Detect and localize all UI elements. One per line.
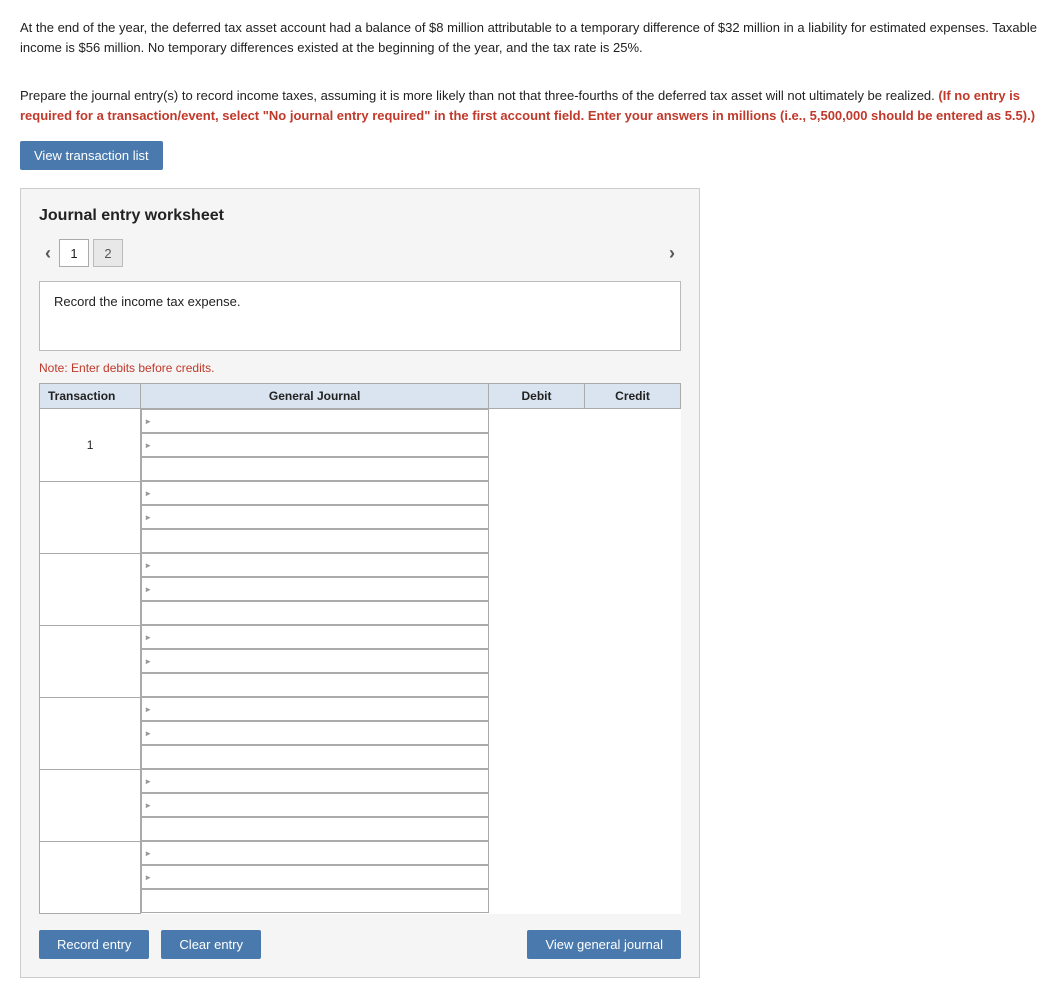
transaction-number [40, 697, 141, 769]
general-journal-input-4[interactable] [152, 626, 487, 648]
debit-cell-2[interactable]: ► [141, 505, 488, 529]
debit-cell-5[interactable]: ► [141, 721, 488, 745]
tab-1[interactable]: 1 [59, 239, 89, 267]
general-journal-input-6[interactable] [152, 770, 487, 792]
col-header-credit: Credit [585, 384, 681, 409]
credit-cell-2[interactable] [141, 529, 488, 553]
transaction-number [40, 481, 141, 553]
record-entry-button[interactable]: Record entry [39, 930, 149, 959]
debit-input-5[interactable] [152, 722, 487, 744]
view-transaction-list-button[interactable]: View transaction list [20, 141, 163, 170]
transaction-number [40, 553, 141, 625]
transaction-number: 1 [40, 409, 141, 482]
clear-entry-button[interactable]: Clear entry [161, 930, 261, 959]
debit-input-2[interactable] [152, 506, 487, 528]
general-journal-input-3[interactable] [152, 554, 487, 576]
credit-cell-7[interactable] [141, 889, 488, 913]
credit-input-4[interactable] [142, 674, 487, 696]
table-row: ► ► [40, 553, 681, 625]
general-journal-cell[interactable]: ► [141, 409, 488, 433]
general-journal-cell[interactable]: ► [141, 697, 488, 721]
table-row: 1 ► ► [40, 409, 681, 482]
credit-cell-3[interactable] [141, 601, 488, 625]
view-general-journal-button[interactable]: View general journal [527, 930, 681, 959]
table-row: ► ► [40, 841, 681, 913]
general-journal-input-1[interactable] [152, 410, 487, 432]
general-journal-cell[interactable]: ► [141, 841, 488, 865]
note-text: Note: Enter debits before credits. [39, 361, 681, 375]
general-journal-cell[interactable]: ► [141, 553, 488, 577]
table-row: ► ► [40, 481, 681, 553]
prev-tab-button[interactable]: ‹ [39, 241, 57, 266]
tab-navigation: ‹ 1 2 › [39, 239, 681, 267]
debit-input-6[interactable] [152, 794, 487, 816]
debit-input-7[interactable] [152, 866, 487, 888]
debit-cell-3[interactable]: ► [141, 577, 488, 601]
credit-input-2[interactable] [142, 530, 487, 552]
debit-cell-1[interactable]: ► [141, 433, 488, 457]
credit-cell-4[interactable] [141, 673, 488, 697]
tab-2[interactable]: 2 [93, 239, 123, 267]
general-journal-cell[interactable]: ► [141, 625, 488, 649]
next-tab-button[interactable]: › [663, 241, 681, 266]
transaction-number [40, 769, 141, 841]
debit-input-1[interactable] [152, 434, 487, 456]
worksheet-title: Journal entry worksheet [39, 207, 681, 225]
col-header-transaction: Transaction [40, 384, 141, 409]
col-header-debit: Debit [489, 384, 585, 409]
transaction-number [40, 625, 141, 697]
journal-entry-worksheet: Journal entry worksheet ‹ 1 2 › Record t… [20, 188, 700, 978]
table-row: ► ► [40, 697, 681, 769]
general-journal-input-5[interactable] [152, 698, 487, 720]
journal-table: Transaction General Journal Debit Credit… [39, 383, 681, 914]
credit-input-5[interactable] [142, 746, 487, 768]
debit-cell-4[interactable]: ► [141, 649, 488, 673]
credit-input-6[interactable] [142, 818, 487, 840]
instruction-text: Prepare the journal entry(s) to record i… [20, 86, 1041, 125]
credit-input-1[interactable] [142, 458, 487, 480]
intro-paragraph1: At the end of the year, the deferred tax… [20, 18, 1041, 57]
credit-input-3[interactable] [142, 602, 487, 624]
table-row: ► ► [40, 625, 681, 697]
credit-cell-5[interactable] [141, 745, 488, 769]
general-journal-input-2[interactable] [152, 482, 487, 504]
general-journal-input-7[interactable] [152, 842, 487, 864]
debit-cell-6[interactable]: ► [141, 793, 488, 817]
credit-cell-6[interactable] [141, 817, 488, 841]
transaction-description: Record the income tax expense. [39, 281, 681, 351]
table-row: ► ► [40, 769, 681, 841]
debit-cell-7[interactable]: ► [141, 865, 488, 889]
debit-input-4[interactable] [152, 650, 487, 672]
action-buttons-row: Record entry Clear entry View general jo… [39, 930, 681, 959]
credit-input-7[interactable] [142, 890, 487, 912]
col-header-general-journal: General Journal [141, 384, 489, 409]
credit-cell-1[interactable] [141, 457, 488, 481]
general-journal-cell[interactable]: ► [141, 769, 488, 793]
transaction-number [40, 841, 141, 913]
instruction-plain: Prepare the journal entry(s) to record i… [20, 88, 938, 103]
debit-input-3[interactable] [152, 578, 487, 600]
general-journal-cell[interactable]: ► [141, 481, 488, 505]
